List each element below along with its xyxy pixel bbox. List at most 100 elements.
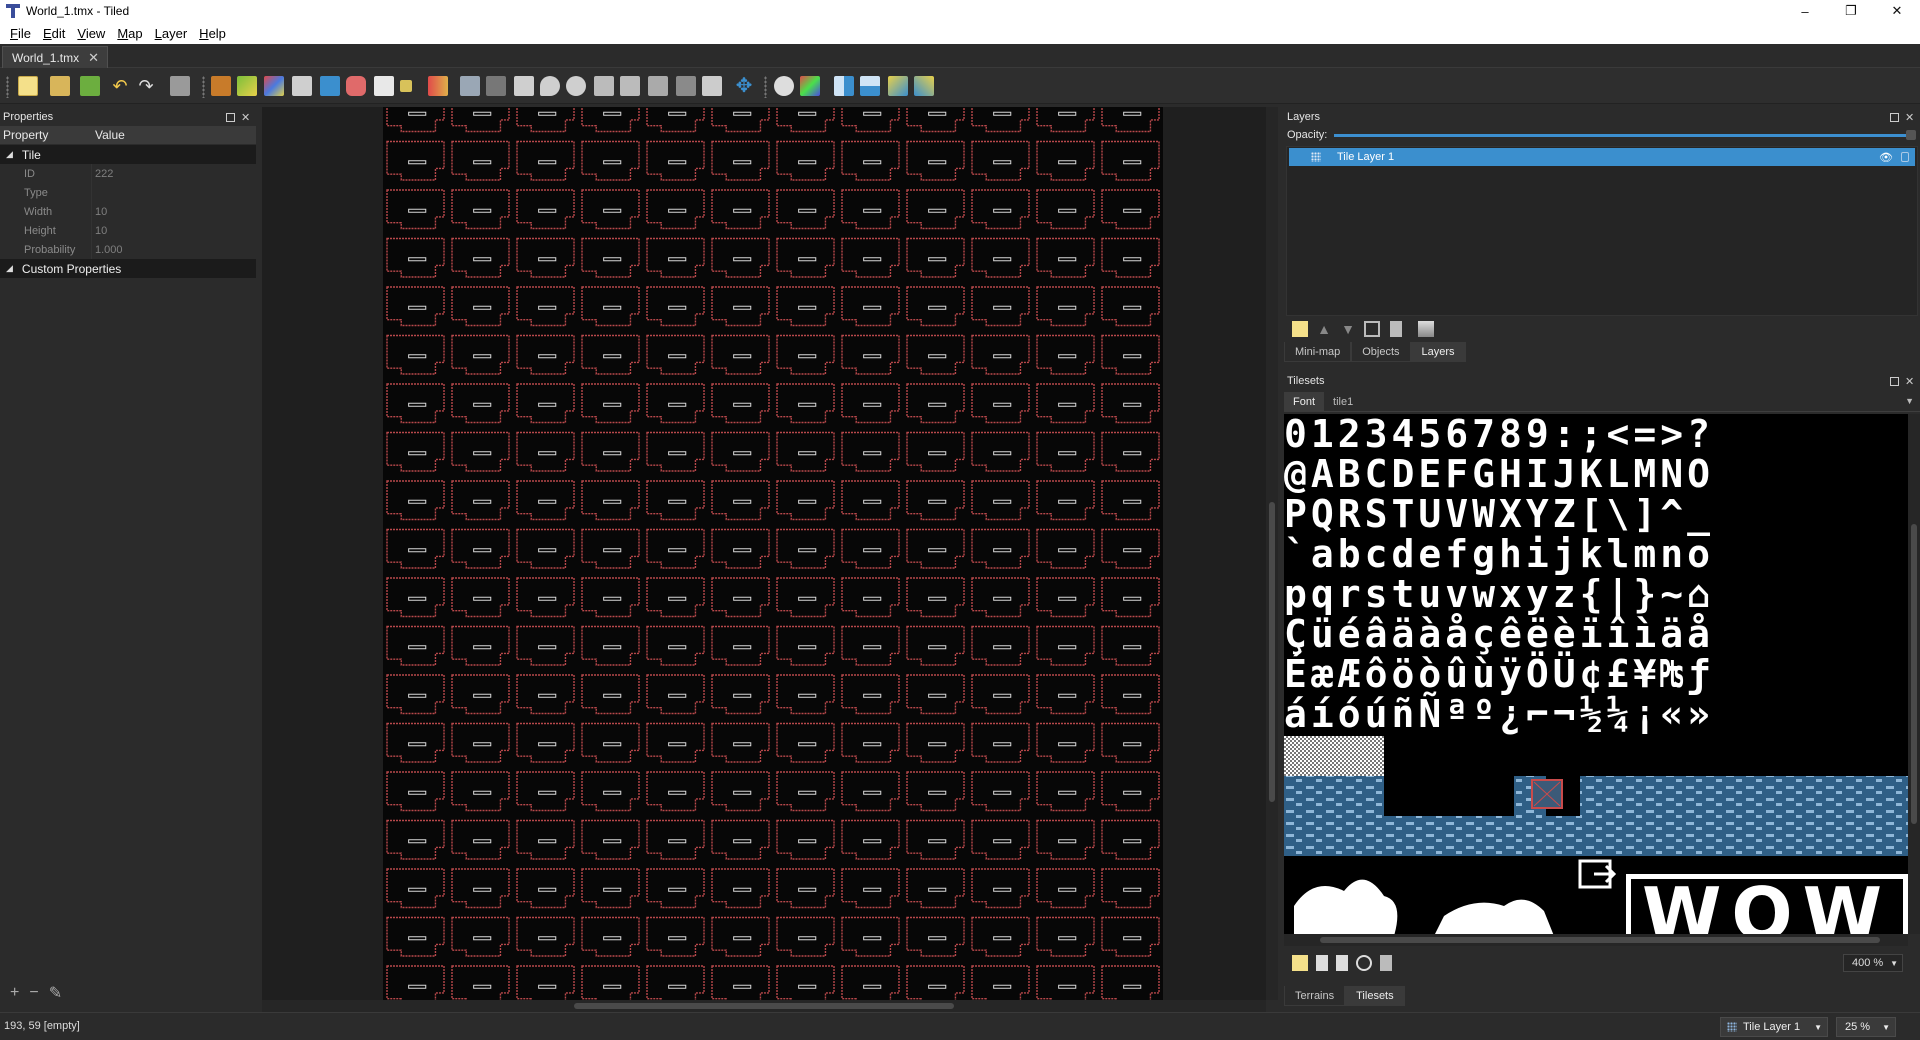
delete-layer-icon[interactable] [1390,321,1402,337]
tileset-view[interactable]: 0123456789:;<=>? @ABCDEFGHIJKLMNO PQRSTU… [1284,414,1908,934]
menu-edit[interactable]: Edit [37,26,71,41]
add-property-icon[interactable]: + [10,984,19,1002]
glyph-row[interactable]: áíóúñÑªº¿⌐¬½¼¡«» [1284,692,1908,736]
menu-help[interactable]: Help [193,26,232,41]
rotate-right-icon[interactable] [914,76,934,96]
flip-horizontal-icon[interactable] [834,76,854,96]
map-zoom-select[interactable]: 25 % ▼ [1836,1017,1896,1037]
opacity-slider-handle[interactable] [1906,130,1916,140]
insert-polygon-icon[interactable] [594,76,614,96]
glyph-row[interactable]: pqrstuvwxyz{|}~⌂ [1284,572,1908,616]
edit-polygons-icon[interactable] [486,76,506,96]
new-tileset-icon[interactable] [1292,955,1308,971]
close-window-button[interactable]: ✕ [1874,0,1920,22]
rectangle-select-icon[interactable] [374,76,394,96]
insert-tile-icon[interactable] [648,76,668,96]
property-row-width[interactable]: Width 10 [0,202,256,221]
document-tab[interactable]: World_1.tmx ✕ [2,46,108,68]
scrollbar-thumb[interactable] [1320,937,1880,943]
tile-group-row[interactable]: ◢ Tile [0,145,256,164]
property-row-height[interactable]: Height 10 [0,221,256,240]
rotate-left-icon[interactable] [888,76,908,96]
chevron-down-icon[interactable]: ▼ [1814,1023,1822,1032]
tab-objects[interactable]: Objects [1351,342,1411,362]
random-brush-icon[interactable] [264,76,284,96]
tab-layers[interactable]: Layers [1410,342,1466,362]
menu-view[interactable]: View [71,26,111,41]
undo-icon[interactable]: ↶ [110,76,130,96]
scrollbar-thumb[interactable] [1911,524,1917,824]
magic-wand-icon[interactable] [400,80,412,92]
edit-tileset-icon[interactable] [1356,955,1372,971]
close-panel-icon[interactable]: ✕ [1905,111,1914,124]
glyph-row[interactable]: `abcdefghijklmno [1284,532,1908,576]
bucket-fill-icon[interactable] [292,76,312,96]
close-panel-icon[interactable]: ✕ [241,111,250,124]
command-icon[interactable] [170,76,190,96]
float-panel-icon[interactable] [1890,112,1899,122]
menu-map[interactable]: Map [111,26,148,41]
scrollbar-thumb[interactable] [574,1003,954,1009]
opacity-slider[interactable] [1334,134,1906,137]
collapse-triangle-icon[interactable]: ◢ [6,149,13,160]
chevron-down-icon[interactable]: ▼ [1882,1023,1890,1032]
visibility-eye-icon[interactable]: 👁 [1879,151,1893,164]
close-panel-icon[interactable]: ✕ [1905,375,1914,388]
scrollbar-thumb[interactable] [1269,502,1275,802]
tab-font[interactable]: Font [1284,392,1325,412]
tileset-zoom-select[interactable]: 400 % ▼ [1843,954,1903,972]
menu-layer[interactable]: Layer [149,26,194,41]
map-vertical-scrollbar[interactable] [1266,107,1278,1000]
close-tab-icon[interactable]: ✕ [88,50,99,66]
insert-rectangle-icon[interactable] [514,76,534,96]
property-row-probability[interactable]: Probability 1.000 [0,240,256,259]
duplicate-layer-icon[interactable] [1364,321,1380,337]
menu-file[interactable]: File [4,26,37,41]
wang-fill-icon[interactable] [800,76,820,96]
float-panel-icon[interactable] [1890,376,1899,386]
property-column-header[interactable]: Property [0,126,92,144]
tab-mini-map[interactable]: Mini-map [1284,342,1352,362]
embed-tileset-icon[interactable] [1316,955,1328,971]
stamp-brush-icon[interactable] [211,76,231,96]
raise-layer-icon[interactable]: ▲ [1316,321,1332,337]
select-objects-icon[interactable] [460,76,480,96]
property-value[interactable]: 1.000 [92,240,123,259]
map-horizontal-scrollbar[interactable] [262,1000,1266,1012]
map-canvas[interactable] [383,107,1163,1000]
flip-vertical-icon[interactable] [860,76,880,96]
glyph-row[interactable]: ÉæÆôöòûùÿÖÜ¢£¥₧ƒ [1284,652,1908,696]
tab-terrains[interactable]: Terrains [1284,986,1346,1006]
tab-tile1[interactable]: tile1 [1324,392,1362,412]
insert-template-icon[interactable] [676,76,696,96]
maximize-button[interactable]: ❐ [1828,0,1874,22]
minimize-button[interactable]: – [1782,0,1828,22]
remove-property-icon[interactable]: − [29,984,38,1002]
save-file-icon[interactable] [80,76,100,96]
toggle-other-layers-icon[interactable] [1418,321,1434,337]
shape-fill-icon[interactable] [320,76,340,96]
glyph-row[interactable]: PQRSTUVWXYZ[\]^_ [1284,492,1908,536]
collapse-triangle-icon[interactable]: ◢ [6,263,13,274]
float-panel-icon[interactable] [226,112,235,122]
tileset-horizontal-scrollbar[interactable] [1284,934,1908,946]
random-mode-icon[interactable] [774,76,794,96]
export-tileset-icon[interactable] [1336,955,1348,971]
select-same-tile-icon[interactable] [428,76,448,96]
redo-icon[interactable]: ↷ [136,76,156,96]
eraser-icon[interactable] [346,76,366,96]
remove-tileset-icon[interactable] [1380,955,1392,971]
current-layer-select[interactable]: Tile Layer 1 ▼ [1720,1017,1828,1037]
tileset-vertical-scrollbar[interactable] [1908,414,1920,934]
insert-text-icon[interactable] [702,76,722,96]
tab-tilesets[interactable]: Tilesets [1345,986,1405,1006]
wow-tile[interactable]: WOW [1626,872,1908,934]
open-file-icon[interactable] [50,76,70,96]
insert-polyline-icon[interactable] [620,76,640,96]
rename-property-icon[interactable]: ✎ [49,983,62,1003]
lock-icon[interactable] [1901,152,1909,162]
glyph-row[interactable]: Çüéâäàåçêëèïîìäå [1284,612,1908,656]
insert-point-icon[interactable] [540,76,560,96]
lower-layer-icon[interactable]: ▼ [1340,321,1356,337]
new-layer-icon[interactable] [1292,321,1308,337]
